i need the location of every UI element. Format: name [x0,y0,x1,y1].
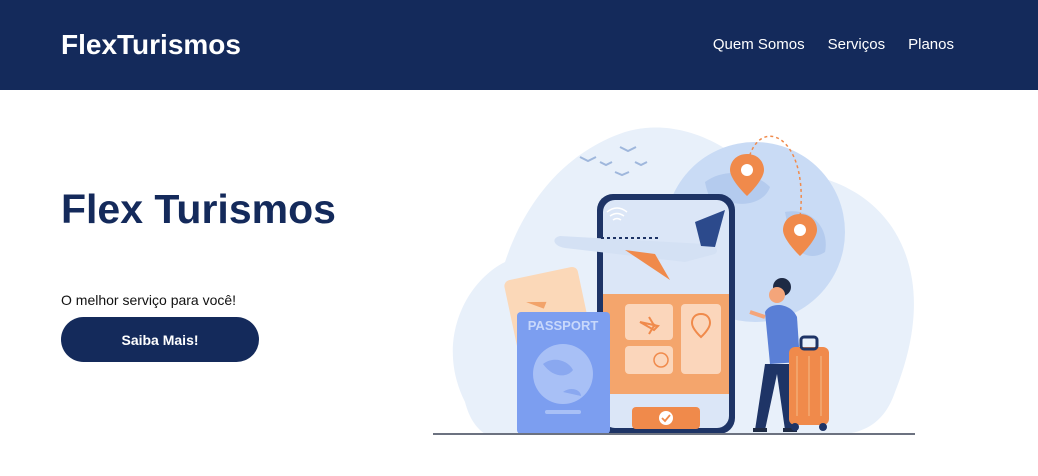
travel-illustration: PASSPORT [433,127,915,435]
nav-link-planos[interactable]: Planos [908,36,954,54]
brand-logo[interactable]: FlexTurismos [61,28,241,62]
nav-link-servicos[interactable]: Serviços [828,36,886,54]
nav-menu: Quem Somos Serviços Planos [713,36,954,54]
ticket-card [625,304,673,340]
hero-title: Flex Turismos [61,186,336,232]
passport-label: PASSPORT [528,318,599,333]
suitcase-icon [789,335,829,431]
hero-subtitle: O melhor serviço para você! [61,292,237,308]
saiba-mais-button[interactable]: Saiba Mais! [61,317,259,362]
clock-card [625,346,673,374]
check-icon [659,411,673,425]
navbar: FlexTurismos Quem Somos Serviços Planos [0,0,1038,90]
passport: PASSPORT [517,312,610,434]
nav-link-quem-somos[interactable]: Quem Somos [713,36,805,54]
